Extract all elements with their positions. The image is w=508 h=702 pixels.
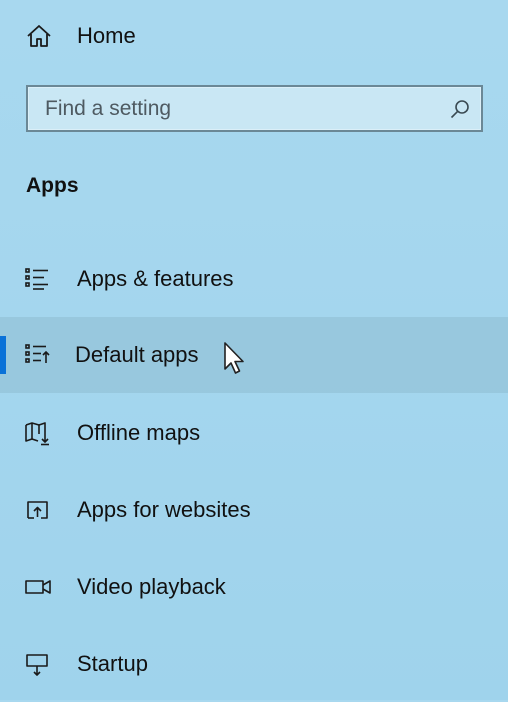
search-input[interactable]: [28, 87, 445, 130]
nav-item-apps-for-websites[interactable]: Apps for websites: [0, 472, 508, 548]
nav-item-label: Startup: [77, 651, 148, 676]
default-apps-icon: [24, 342, 52, 368]
nav-item-offline-maps[interactable]: Offline maps: [0, 395, 508, 471]
offline-maps-icon: [24, 420, 52, 446]
home-label: Home: [77, 23, 136, 48]
apps-for-websites-icon: [24, 497, 52, 523]
selection-indicator: [0, 336, 6, 374]
nav-item-label: Offline maps: [77, 420, 201, 445]
nav-item-default-apps[interactable]: Default apps: [0, 317, 508, 393]
search-icon[interactable]: [449, 98, 471, 120]
video-playback-icon: [24, 574, 52, 600]
home-link[interactable]: Home: [0, 14, 508, 58]
apps-features-icon: [24, 266, 52, 292]
nav-item-label: Default apps: [75, 342, 199, 367]
startup-icon: [24, 651, 52, 677]
nav-item-startup[interactable]: Startup: [0, 626, 508, 702]
nav-item-apps-features[interactable]: Apps & features: [0, 241, 508, 317]
section-title: Apps: [26, 174, 79, 197]
nav-item-label: Video playback: [77, 574, 226, 599]
search-box[interactable]: [26, 85, 483, 132]
nav-item-label: Apps & features: [77, 266, 234, 291]
nav-item-video-playback[interactable]: Video playback: [0, 549, 508, 625]
home-icon: [26, 24, 52, 48]
nav-item-label: Apps for websites: [77, 497, 251, 522]
